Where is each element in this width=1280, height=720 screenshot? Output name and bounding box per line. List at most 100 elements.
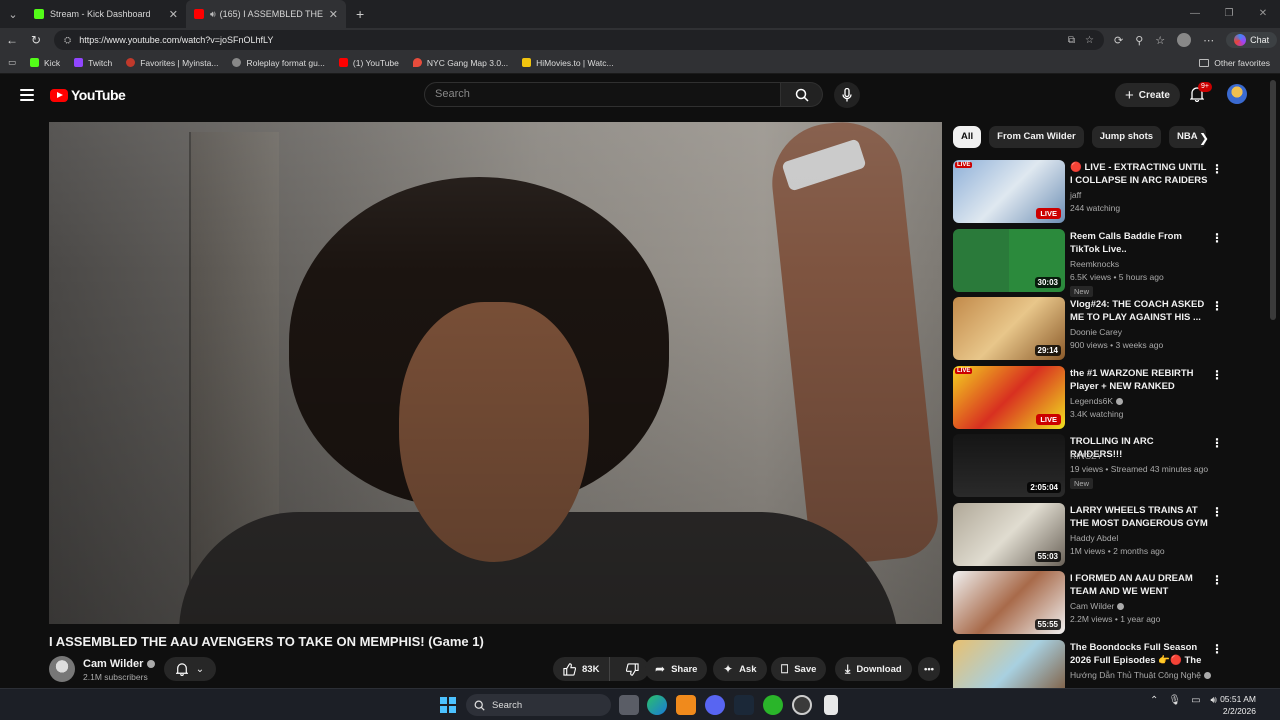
maximize-icon[interactable]: ❐ (1212, 0, 1246, 28)
recommendation-item[interactable]: LIVE LIVE the #1 WARZONE REBIRTH Player + … (953, 365, 1253, 435)
channel-avatar[interactable] (49, 656, 75, 682)
recommendation-channel[interactable]: Legends6K (1070, 396, 1124, 406)
chevron-right-icon[interactable]: ❯ (1199, 131, 1209, 145)
chip-all[interactable]: All (953, 126, 982, 148)
recommendation-channel[interactable]: Haddy Abdel (1070, 533, 1118, 543)
voice-search-button[interactable] (834, 82, 860, 108)
video-thumbnail[interactable]: 30:03 (953, 228, 1065, 292)
tab-youtube-video[interactable]: 🔊︎ (165) I ASSEMBLED THE AAU ✕ (186, 0, 346, 28)
close-window-icon[interactable]: ✕ (1246, 0, 1280, 28)
recommendation-title[interactable]: the #1 WARZONE REBIRTH Player + NEW RANK… (1070, 367, 1208, 393)
recommendation-title[interactable]: 🔴 LIVE - EXTRACTING UNTIL I COLLAPSE IN … (1070, 161, 1208, 187)
taskbar-clock[interactable]: 05:51 AM 2/2/2026 (1220, 693, 1256, 717)
search-input[interactable]: Search (424, 82, 781, 107)
search-button[interactable] (781, 82, 823, 107)
bookmark-youtube[interactable]: (1) YouTube (338, 58, 399, 68)
tab-actions-menu-icon[interactable]: ⌄ (0, 0, 26, 28)
chip-jump-shots[interactable]: Jump shots (1091, 126, 1162, 148)
split-screen-icon[interactable]: ⚲ (1135, 34, 1143, 47)
video-thumbnail[interactable]: 55:03 (953, 502, 1065, 566)
edge-icon[interactable] (647, 695, 667, 715)
taskbar-search[interactable]: Search (466, 694, 611, 716)
chevron-up-icon[interactable]: ⌃ (1150, 695, 1158, 706)
file-icon[interactable] (824, 695, 838, 715)
bookmark-favorites[interactable]: Favorites | Myinsta... (126, 58, 218, 68)
page-scrollbar[interactable] (1270, 80, 1276, 320)
reading-list-icon[interactable]: ▭ (8, 57, 16, 68)
more-vertical-icon[interactable]: ⋮ (1211, 368, 1223, 382)
recommendation-item[interactable]: 29:14 Vlog#24: THE COACH ASKED ME TO PLAY… (953, 297, 1253, 366)
browser-profile-avatar[interactable] (1177, 33, 1192, 47)
recommendation-channel[interactable]: Cam Wilder (1070, 601, 1125, 611)
youtube-logo[interactable]: YouTube (50, 87, 126, 103)
create-button[interactable]: + Create (1115, 83, 1180, 107)
recommendation-title[interactable]: Vlog#24: THE COACH ASKED ME TO PLAY AGAI… (1070, 298, 1208, 324)
video-thumbnail[interactable]: 55:55 (953, 571, 1065, 634)
more-vertical-icon[interactable]: ⋮ (1211, 505, 1223, 519)
recommendation-channel[interactable]: RINGZY (1070, 451, 1102, 461)
settings-more-icon[interactable]: ⋯ (1203, 34, 1214, 47)
obs-icon[interactable] (792, 695, 812, 715)
recommendation-item[interactable]: 30:03 Reem Calls Baddie From TikTok Live.… (953, 228, 1253, 298)
more-vertical-icon[interactable]: ⋮ (1211, 573, 1223, 587)
windows-start-icon[interactable] (440, 697, 456, 713)
minimize-icon[interactable]: — (1178, 0, 1212, 28)
recommendation-title[interactable]: Reem Calls Baddie From TikTok Live.. (1070, 230, 1208, 256)
copilot-chat-button[interactable]: Chat (1226, 32, 1278, 48)
channel-name[interactable]: Cam Wilder (83, 658, 156, 670)
tab-close-icon[interactable]: ✕ (329, 8, 338, 21)
bookmark-roleplay[interactable]: Roleplay format gu... (232, 58, 325, 68)
bookmark-himovies[interactable]: HiMovies.to | Watc... (522, 58, 614, 68)
like-button[interactable]: 83K (553, 657, 611, 681)
recommendation-channel[interactable]: Doonie Carey (1070, 327, 1122, 337)
bookmark-kick[interactable]: Kick (30, 58, 60, 68)
more-vertical-icon[interactable]: ⋮ (1211, 436, 1223, 450)
recommendation-channel[interactable]: jaff (1070, 190, 1081, 200)
favorite-star-icon[interactable]: ☆ (1085, 35, 1094, 46)
chip-from-channel[interactable]: From Cam Wilder (989, 126, 1084, 148)
video-thumbnail[interactable]: 2:05:04 (953, 434, 1065, 497)
extensions-icon[interactable]: ⟳ (1114, 34, 1123, 47)
download-button[interactable]: ⤓ Download (835, 657, 912, 681)
recommendation-item[interactable]: 2:05:04 TROLLING IN ARC RAIDERS!!! RINGZY 1… (953, 434, 1253, 503)
video-thumbnail[interactable]: LIVE LIVE (953, 160, 1065, 223)
more-vertical-icon[interactable]: ⋮ (1211, 299, 1223, 313)
tab-kick-dashboard[interactable]: Stream - Kick Dashboard ✕ (26, 0, 186, 28)
share-button[interactable]: ➦ Share (645, 657, 708, 681)
bookmark-nyc-map[interactable]: NYC Gang Map 3.0... (412, 58, 508, 68)
recommendation-item[interactable]: 55:55 I FORMED AN AAU DREAM TEAM AND WE W… (953, 571, 1253, 640)
refresh-icon[interactable]: ↻ (24, 33, 48, 47)
video-thumbnail[interactable]: 29:14 (953, 297, 1065, 360)
vlc-icon[interactable] (676, 695, 696, 715)
other-favorites[interactable]: Other favorites (1199, 58, 1270, 68)
new-tab-icon[interactable]: + (346, 6, 374, 22)
recommendation-channel[interactable]: Reemknocks (1070, 259, 1119, 269)
network-icon[interactable]: ▭ (1191, 695, 1200, 706)
steam-icon[interactable] (734, 695, 754, 715)
more-actions-button[interactable]: ••• (918, 657, 940, 681)
more-vertical-icon[interactable]: ⋮ (1211, 231, 1223, 245)
account-avatar[interactable] (1227, 84, 1247, 104)
recommendation-channel[interactable]: Hướng Dẫn Thủ Thuật Công Nghệ (1070, 670, 1211, 680)
subscription-notifications-button[interactable]: ⌄ (164, 657, 216, 681)
menu-icon[interactable] (20, 89, 34, 101)
app-available-icon[interactable]: ⧉ (1068, 35, 1075, 46)
recommendation-title[interactable]: I FORMED AN AAU DREAM TEAM AND WE WENT I… (1070, 572, 1208, 598)
back-icon[interactable]: ← (0, 33, 24, 47)
volume-icon[interactable]: 🔊︎ (1211, 695, 1217, 706)
task-view-icon[interactable] (619, 695, 639, 715)
url-field[interactable]: ⛭ https://www.youtube.com/watch?v=joSFnO… (54, 30, 1104, 50)
microphone-tray-icon[interactable]: 🎙︎ (1168, 695, 1181, 706)
video-player[interactable] (49, 122, 942, 624)
save-button[interactable]: ⎕ Save (771, 657, 827, 681)
recommendation-title[interactable]: The Boondocks Full Season 2026 Full Epis… (1070, 641, 1208, 667)
favorites-icon[interactable]: ☆ (1155, 34, 1165, 47)
more-vertical-icon[interactable]: ⋮ (1211, 642, 1223, 656)
xbox-icon[interactable] (763, 695, 783, 715)
notifications-button[interactable]: 9+ (1189, 82, 1212, 107)
more-vertical-icon[interactable]: ⋮ (1211, 162, 1223, 176)
ask-button[interactable]: ✦ Ask (713, 657, 767, 681)
bookmark-twitch[interactable]: Twitch (74, 58, 112, 68)
site-info-icon[interactable]: ⛭ (64, 35, 71, 46)
speaker-icon[interactable]: 🔊︎ (210, 9, 216, 20)
